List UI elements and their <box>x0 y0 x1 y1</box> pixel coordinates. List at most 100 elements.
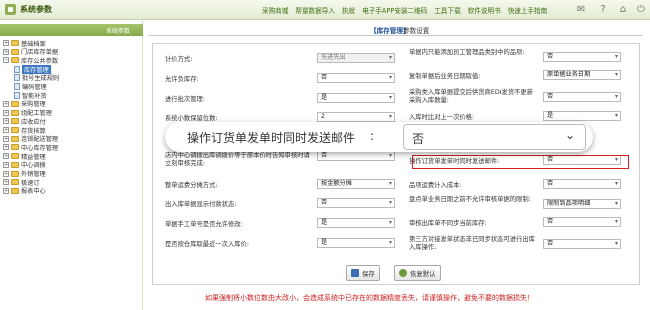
setting-label: 整单运费分摊方式: <box>165 182 218 189</box>
expand-icon[interactable]: + <box>3 40 9 47</box>
folder-icon <box>11 170 19 177</box>
zoom-callout: 操作订货单发单时同时发送邮件 : 否 ⌄ <box>165 122 593 152</box>
sidebar-item-label: 外销管理 <box>21 171 46 179</box>
save-label: 保存 <box>362 269 375 278</box>
help-icon[interactable]: ? <box>597 3 609 15</box>
sidebar-item[interactable]: + 精益管理 <box>3 152 46 161</box>
sidebar-item[interactable]: + 存货核算 <box>3 126 46 135</box>
setting-select[interactable]: 原单据业务日期 <box>543 70 621 80</box>
callout-select[interactable]: 否 ⌄ <box>403 124 586 150</box>
toplink-manual[interactable]: 软件说明书 <box>468 7 501 15</box>
expand-icon[interactable]: + <box>3 144 9 151</box>
save-button[interactable]: 保存 <box>346 265 380 281</box>
setting-label: 计价方式: <box>165 56 193 63</box>
save-icon <box>351 269 359 277</box>
sidebar-item-label: 连锁配送管理 <box>21 136 59 144</box>
sidebar-item[interactable]: + 连锁配送管理 <box>3 135 58 143</box>
setting-label: 单据内只能添加员工管理品类别中的品项: <box>409 49 525 56</box>
expand-icon[interactable]: + <box>3 48 9 55</box>
sidebar-title: 系统参数 <box>106 28 131 35</box>
expand-icon[interactable]: + <box>3 187 9 194</box>
setting-select[interactable]: 否 <box>543 92 621 102</box>
warning-message: 如果强制将小数位数由大改小，会造成系统中已存在的数据精度丢失，请谨慎操作，避免不… <box>205 294 534 302</box>
sidebar-item[interactable]: − 库存公共参数 <box>3 56 59 65</box>
setting-select[interactable]: 否 <box>317 73 395 83</box>
folder-icon <box>11 48 19 55</box>
sidebar-item[interactable]: + 外销管理 <box>3 170 46 178</box>
folder-icon <box>11 57 19 64</box>
power-icon[interactable]: ⏻ <box>635 3 647 15</box>
setting-label: 第三方对接发单状态非已同步状态可进行出库入库操作: <box>409 236 535 251</box>
setting-select[interactable]: 否 <box>543 239 621 249</box>
sidebar-item[interactable]: 编码管理 <box>14 83 47 91</box>
setting-select[interactable]: 否 <box>317 198 395 208</box>
sidebar: 系统参数 + 基础档案 + 门店库存单据 − 库存公共参数 库存管理 批号生成规则 编码管理 智能… <box>0 20 143 310</box>
sidebar-item[interactable]: + 基础档案 <box>3 39 46 48</box>
setting-select[interactable]: 是 <box>317 238 395 248</box>
page-icon <box>14 65 20 73</box>
setting-label: 盘点单业务日期之前不允许审核单据的限制: <box>409 196 531 203</box>
expand-icon[interactable]: + <box>3 135 9 142</box>
folder-icon <box>11 40 19 47</box>
page-icon <box>14 83 20 91</box>
folder-icon <box>11 135 19 142</box>
setting-select[interactable]: 否 <box>543 179 621 189</box>
setting-select[interactable]: 是 <box>317 218 395 228</box>
sidebar-item[interactable]: + 中心调拨 <box>3 161 46 169</box>
sidebar-item-label: 报表中心 <box>21 188 46 196</box>
setting-select[interactable]: 否 <box>543 217 621 227</box>
sidebar-item-label: 库存公共参数 <box>21 57 59 65</box>
expand-icon[interactable]: + <box>3 153 9 160</box>
expand-icon[interactable]: + <box>3 118 9 125</box>
setting-select[interactable]: 否 <box>543 52 621 62</box>
sidebar-item[interactable]: 库存管理 <box>14 64 51 74</box>
setting-select[interactable]: 否 <box>317 151 395 161</box>
mail-icon[interactable]: ✉ <box>575 3 587 15</box>
sidebar-item-label: 精益管理 <box>21 153 46 161</box>
toplink-qrcode[interactable]: 电子手APP安装二维码 <box>362 7 427 15</box>
expand-icon[interactable]: + <box>3 170 9 177</box>
expand-icon[interactable]: + <box>3 179 9 186</box>
toplink-tools[interactable]: 工具下载 <box>434 7 460 15</box>
sidebar-item[interactable]: + 门店库存单据 <box>3 48 58 56</box>
collapse-icon[interactable]: − <box>3 57 9 64</box>
sidebar-item[interactable]: + 采购管理 <box>3 100 46 108</box>
sidebar-item[interactable]: + 极速订 <box>3 178 40 187</box>
folder-icon <box>11 100 19 107</box>
top-bar: 系统参数 采购商城 帮量数据导入 执就 电子手APP安装二维码 工具下载 软件说明书 快速上… <box>0 0 650 20</box>
toplink-quickstart[interactable]: 快速上手指南 <box>508 7 548 15</box>
toplink-mall[interactable]: 采购商城 <box>262 7 288 15</box>
sidebar-item[interactable]: 批号生成规则 <box>14 74 59 82</box>
sidebar-item-label: 应收应付 <box>21 118 46 126</box>
sidebar-item-label: 基础档案 <box>21 40 46 48</box>
home-icon[interactable]: ⌂ <box>617 3 629 15</box>
expand-icon[interactable]: + <box>3 127 9 134</box>
restore-label: 恢复默认 <box>410 269 436 278</box>
sidebar-item[interactable]: + 应收应付 <box>3 117 46 126</box>
setting-select[interactable]: 限制到品项明细 <box>543 199 621 209</box>
expand-icon[interactable]: + <box>3 100 9 107</box>
system-icon <box>5 4 16 15</box>
expand-icon[interactable]: + <box>3 109 9 116</box>
sidebar-item[interactable]: + 组配工管理 <box>3 109 52 117</box>
setting-label: 店内中心调拨出库调拨价等于原本价时告知审核时请立刻审核完成: <box>165 152 310 167</box>
setting-label: 品项运费计入成本: <box>409 182 462 189</box>
setting-label: 单据手工单号是否允许修改: <box>165 221 243 228</box>
setting-select[interactable]: 是 <box>543 111 621 121</box>
setting-select[interactable]: 是 <box>317 93 395 103</box>
setting-label: 入库时比对上一次价格: <box>409 114 475 121</box>
setting-select[interactable]: 先进先出 <box>317 53 395 63</box>
toplink-import[interactable]: 帮量数据导入 <box>295 7 335 15</box>
expand-icon[interactable]: + <box>3 161 9 168</box>
restore-default-button[interactable]: 恢复默认 <box>394 265 441 281</box>
page-icon <box>14 74 20 82</box>
sidebar-item[interactable]: + 中心库存管理 <box>3 143 58 152</box>
sidebar-item-label: 编码管理 <box>22 84 47 92</box>
sidebar-item[interactable]: 智能补货 <box>14 91 47 100</box>
sidebar-item-label: 智能补货 <box>22 92 47 100</box>
setting-select[interactable]: 2 <box>317 112 395 122</box>
sidebar-item[interactable]: + 报表中心 <box>3 187 46 195</box>
toplink-exec[interactable]: 执就 <box>342 7 355 15</box>
setting-select[interactable]: 按金额分摊 <box>317 179 395 189</box>
setting-label: 是否按仓库取最近一次入库价: <box>165 241 249 248</box>
